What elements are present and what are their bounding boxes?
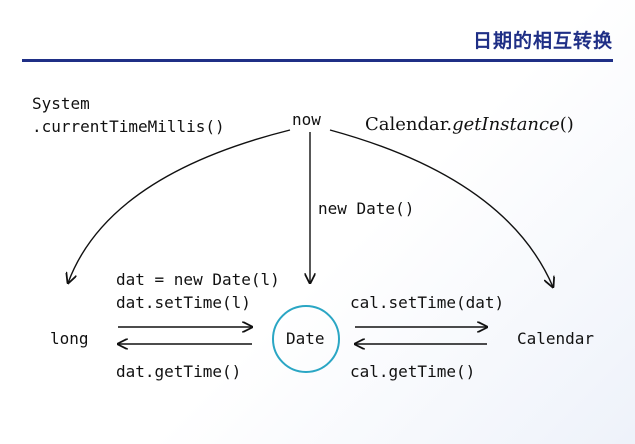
get-instance-method-name: getInstance — [452, 114, 560, 135]
system-label: System — [32, 94, 90, 113]
date-node: Date — [286, 329, 325, 348]
cal-get-time-label: cal.getTime() — [350, 362, 476, 381]
conversion-diagram — [0, 129, 635, 373]
current-time-millis-label: .currentTimeMillis() — [32, 117, 225, 136]
now-node: now — [292, 110, 321, 129]
dat-get-time-label: dat.getTime() — [116, 362, 242, 381]
calendar-get-instance-label: Calendar.getInstance() — [365, 115, 574, 135]
dat-new-date-label: dat = new Date(l) — [116, 270, 280, 289]
calendar-node: Calendar — [517, 329, 595, 348]
arrow-now-to-long — [68, 129, 291, 283]
long-node: long — [50, 329, 89, 348]
dat-set-time-label: dat.setTime(l) — [116, 293, 251, 312]
calendar-class-name: Calendar. — [365, 114, 453, 135]
cal-set-time-label: cal.setTime(dat) — [350, 293, 505, 312]
new-date-label: new Date() — [318, 199, 415, 218]
call-parens: () — [559, 114, 574, 135]
